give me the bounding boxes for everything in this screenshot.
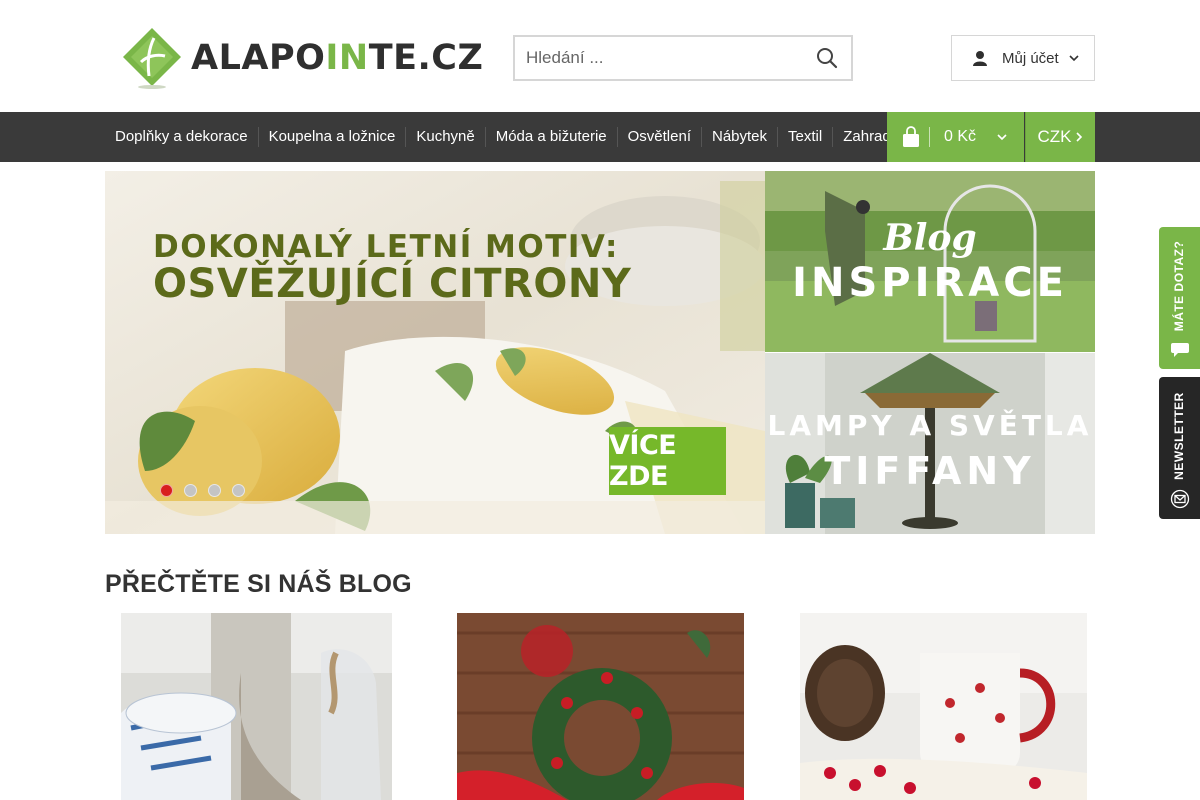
- banner-blog-script: Blog: [883, 217, 977, 259]
- nav-item-moda[interactable]: Móda a bižuterie: [484, 127, 617, 147]
- header: ALAPOINTE.CZ Můj účet: [0, 0, 1200, 112]
- user-icon: [973, 51, 987, 66]
- chevron-down-icon: [997, 134, 1007, 141]
- newsletter-label: NEWSLETTER: [1172, 392, 1186, 480]
- hero-title-line2: OSVĚŽUJÍCÍ CITRONY: [153, 261, 632, 307]
- chevron-right-icon: [1075, 132, 1082, 142]
- hero-slider[interactable]: DOKONALÝ LETNÍ MOTIV: OSVĚŽUJÍCÍ CITRONY…: [105, 171, 765, 534]
- blog-card-2-image: [457, 613, 744, 800]
- slider-dot-4[interactable]: [232, 484, 245, 497]
- banner-lamp-line1: LAMPY A SVĚTLA: [767, 409, 1093, 442]
- slider-dot-3[interactable]: [208, 484, 221, 497]
- logo-icon: [123, 28, 181, 89]
- nav-item-doplnky[interactable]: Doplňky a dekorace: [105, 127, 258, 147]
- nav-item-kuchyne[interactable]: Kuchyně: [405, 127, 484, 147]
- search-box: [513, 35, 853, 81]
- ask-question-tab[interactable]: MÁTE DOTAZ?: [1159, 227, 1200, 369]
- site-logo[interactable]: ALAPOINTE.CZ: [121, 26, 483, 90]
- blog-heading: PŘEČTĚTE SI NÁŠ BLOG: [105, 570, 412, 598]
- blog-card-1-image: [121, 613, 392, 800]
- search-icon[interactable]: [815, 46, 839, 70]
- account-label: Můj účet: [1002, 49, 1059, 67]
- hero-title-line1: DOKONALÝ LETNÍ MOTIV:: [153, 229, 619, 265]
- mail-icon: [1170, 489, 1190, 509]
- shopping-bag-icon: [903, 126, 919, 147]
- nav-item-koupelna[interactable]: Koupelna a ložnice: [257, 127, 406, 147]
- chat-icon: [1171, 343, 1189, 357]
- ask-question-label: MÁTE DOTAZ?: [1172, 240, 1186, 332]
- cart-divider: [929, 127, 930, 147]
- blog-card-2[interactable]: [457, 613, 744, 800]
- banner-lamp-image: [765, 353, 1095, 534]
- nav-item-osvetleni[interactable]: Osvětlení: [616, 127, 701, 147]
- slider-dots: [160, 484, 256, 497]
- banner-blog-inspirace[interactable]: Blog INSPIRACE: [765, 171, 1095, 352]
- currency-switcher[interactable]: CZK: [1025, 112, 1095, 162]
- banner-lamp-line2: TIFFANY: [824, 449, 1036, 493]
- hero-cta-button[interactable]: VÍCE ZDE: [609, 427, 726, 495]
- slider-dot-2[interactable]: [184, 484, 197, 497]
- search-input[interactable]: [515, 37, 795, 79]
- blog-card-3-image: [800, 613, 1087, 800]
- banner-tiffany-lamps[interactable]: LAMPY A SVĚTLA TIFFANY: [765, 353, 1095, 534]
- blog-card-1[interactable]: [121, 613, 392, 800]
- cart-amount: 0 Kč: [944, 128, 977, 145]
- cart-button[interactable]: 0 Kč: [887, 112, 1024, 162]
- nav-item-textil[interactable]: Textil: [777, 127, 832, 147]
- chevron-down-icon: [1069, 55, 1079, 62]
- logo-text: ALAPOINTE.CZ: [191, 37, 484, 78]
- account-dropdown[interactable]: Můj účet: [951, 35, 1095, 81]
- slider-dot-1[interactable]: [160, 484, 173, 497]
- currency-label: CZK: [1037, 127, 1072, 146]
- nav-item-nabytek[interactable]: Nábytek: [701, 127, 777, 147]
- blog-card-3[interactable]: [800, 613, 1087, 800]
- banner-blog-title: INSPIRACE: [792, 260, 1068, 306]
- newsletter-tab[interactable]: NEWSLETTER: [1159, 377, 1200, 519]
